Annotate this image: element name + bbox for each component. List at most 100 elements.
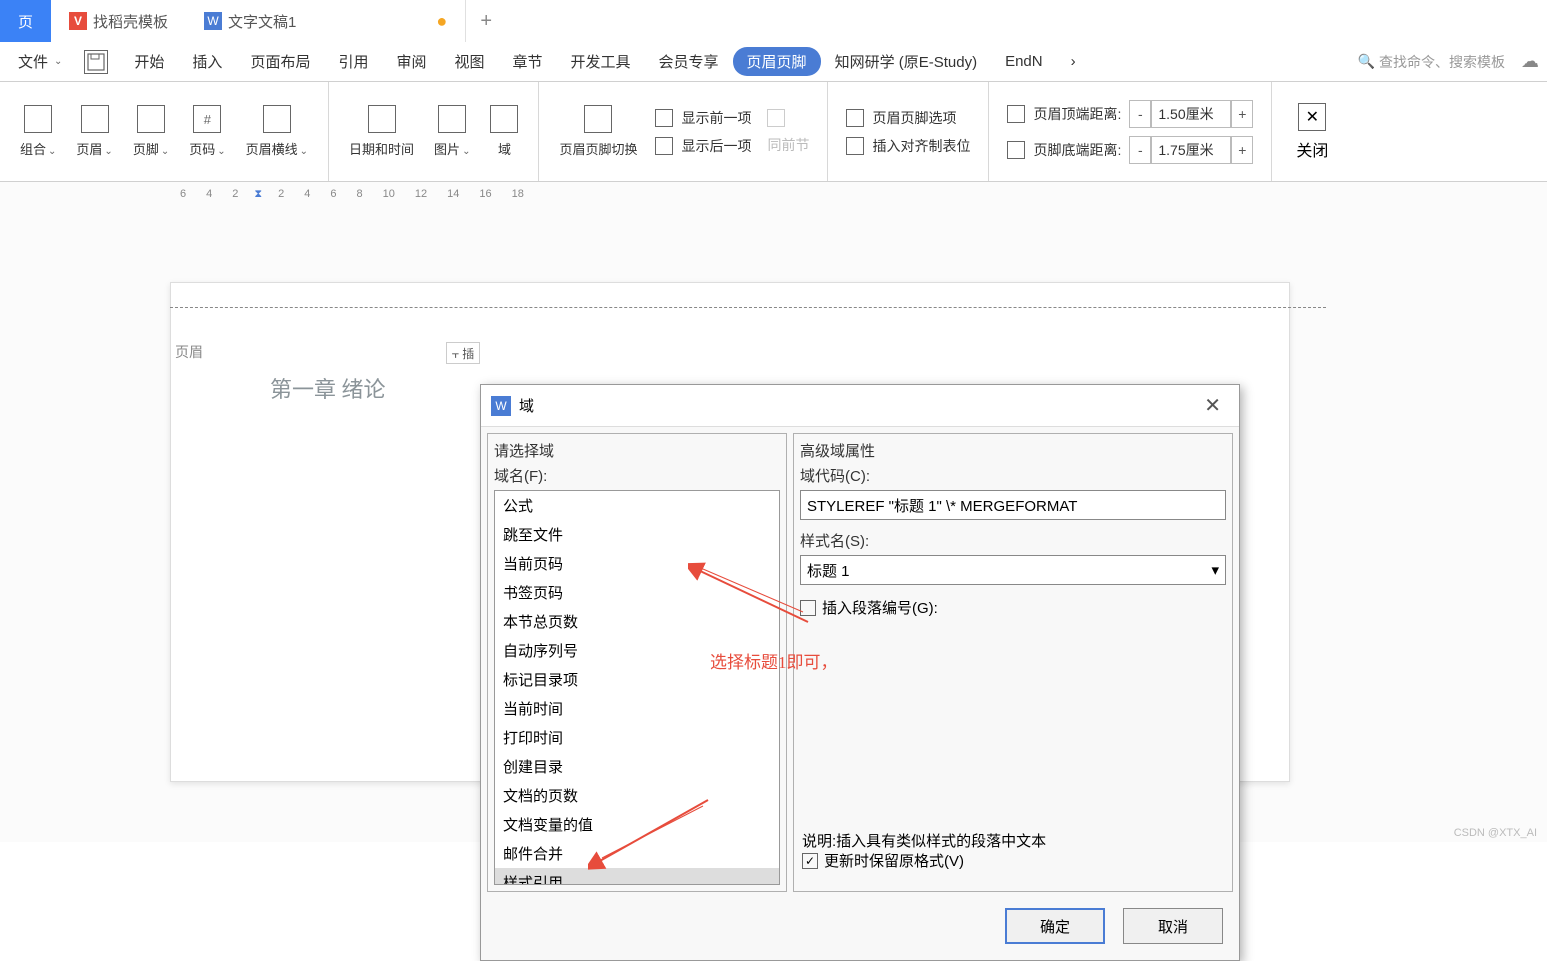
footer-bottom-icon [1007,141,1025,159]
ribbon-picture[interactable]: 图片⌄ [424,105,480,158]
menu-view[interactable]: 视图 [440,51,498,72]
ribbon-pagenum[interactable]: # 页码⌄ [179,105,235,158]
menu-cnki[interactable]: 知网研学 (原E-Study) [821,51,992,72]
field-item-print-time[interactable]: 打印时间 [495,723,779,752]
save-icon[interactable] [84,50,108,74]
tab-document[interactable]: W 文字文稿1 ● [186,0,466,42]
footer-bottom-value[interactable]: 1.75厘米 [1151,136,1231,164]
header-top-plus[interactable]: + [1231,100,1253,128]
field-item-pagenum[interactable]: 当前页码 [495,549,779,578]
document-tabs: 页 V 找稻壳模板 W 文字文稿1 ● + [0,0,1547,42]
field-item-mailmerge[interactable]: 邮件合并 [495,839,779,868]
field-code-input[interactable] [800,490,1226,520]
field-item-section-pages[interactable]: 本节总页数 [495,607,779,636]
menu-devtools[interactable]: 开发工具 [557,51,645,72]
picture-icon [438,105,466,133]
ribbon-insert-align-label: 插入对齐制表位 [872,136,970,156]
field-icon [490,105,518,133]
style-select-value: 标题 1 [807,560,850,581]
ruler-tick: 18 [512,188,524,200]
field-item-create-toc[interactable]: 创建目录 [495,752,779,781]
menu-chapter[interactable]: 章节 [499,51,557,72]
field-item-current-time[interactable]: 当前时间 [495,694,779,723]
dialog-close-icon[interactable]: ✕ [1196,393,1229,418]
menu-start[interactable]: 开始 [120,51,178,72]
update-preserve-row[interactable]: ✓ 更新时保留原格式(V) [802,850,964,871]
field-item-styleref[interactable]: 样式引用 [495,868,779,885]
ribbon-datetime[interactable]: 日期和时间 [339,105,424,158]
field-item-formula[interactable]: 公式 [495,491,779,520]
insert-para-num-row[interactable]: 插入段落编号(G): [800,597,1226,618]
close-icon: ✕ [1298,103,1326,131]
cloud-icon[interactable]: ☁ [1521,51,1539,72]
ribbon-show-prev[interactable]: 显示前一项 [655,106,751,130]
ribbon-field[interactable]: 域 [480,105,528,158]
ribbon-same-section-label: 同前节 [767,135,809,155]
footer-bottom-label: 页脚底端距离: [1033,140,1121,160]
ribbon-headerline[interactable]: 页眉横线⌄ [236,105,318,158]
ruler-tick: 10 [383,188,395,200]
ribbon-same-section [767,107,809,129]
insert-para-num-label: 插入段落编号(G): [822,597,938,618]
update-preserve-checkbox[interactable]: ✓ [802,853,818,869]
tab-document-label: 文字文稿1 [228,11,296,32]
ribbon-picture-label: 图片 [434,142,460,157]
tab-docer[interactable]: V 找稻壳模板 [51,0,186,42]
datetime-icon [368,105,396,133]
ribbon-header[interactable]: 页眉⌄ [66,105,122,158]
footer-bottom-minus[interactable]: - [1129,136,1151,164]
field-name-label: 域名(F): [494,465,780,486]
menu-endnote[interactable]: EndN [991,53,1057,70]
field-item-goto[interactable]: 跳至文件 [495,520,779,549]
dialog-right-panel: 高级域属性 域代码(C): 样式名(S): 标题 1 ▾ 插入段落编号(G): … [793,433,1233,892]
insert-field-inline-btn[interactable]: ⫟ 插 [446,342,480,364]
select-field-label: 请选择域 [494,440,780,461]
dialog-titlebar[interactable]: W 域 ✕ [481,385,1239,427]
field-list[interactable]: 公式 跳至文件 当前页码 书签页码 本节总页数 自动序列号 标记目录项 当前时间… [494,490,780,885]
field-item-doc-var[interactable]: 文档变量的值 [495,810,779,839]
field-item-doc-pages[interactable]: 文档的页数 [495,781,779,810]
ribbon-show-next-label: 显示后一项 [681,136,751,156]
menu-layout[interactable]: 页面布局 [236,51,324,72]
ribbon-show-prev-label: 显示前一项 [681,108,751,128]
ribbon-switch-label: 页眉页脚切换 [559,139,637,158]
menu-file[interactable]: 文件 ⌄ [8,51,72,72]
switch-icon [584,105,612,133]
ribbon-footer[interactable]: 页脚⌄ [123,105,179,158]
ruler-tick: 8 [356,188,362,200]
header-top-minus[interactable]: - [1129,100,1151,128]
ribbon-combo[interactable]: 组合⌄ [10,105,66,158]
tab-home[interactable]: 页 [0,0,51,42]
ribbon-field-label: 域 [498,139,511,158]
ruler-tick: 6 [330,188,336,200]
menu-header-footer[interactable]: 页眉页脚 [733,47,821,76]
menu-insert[interactable]: 插入 [178,51,236,72]
field-dialog: W 域 ✕ 请选择域 域名(F): 公式 跳至文件 当前页码 书签页码 本节总页… [480,384,1240,961]
style-select[interactable]: 标题 1 ▾ [800,555,1226,585]
search-box[interactable]: 🔍 查找命令、搜索模板 [1350,52,1513,72]
ribbon-close[interactable]: ✕ 关闭 [1282,103,1342,161]
ribbon-show-next[interactable]: 显示后一项 [655,134,751,158]
ruler-indent-icon[interactable]: ⧗ [254,188,262,201]
cancel-button[interactable]: 取消 [1123,908,1223,944]
header-top-label: 页眉顶端距离: [1033,104,1121,124]
ok-button[interactable]: 确定 [1005,908,1105,944]
field-item-bookmark[interactable]: 书签页码 [495,578,779,607]
menu-review[interactable]: 审阅 [382,51,440,72]
insert-para-num-checkbox[interactable] [800,600,816,616]
tab-add[interactable]: + [466,0,506,42]
page-header-separator [170,307,1326,308]
header-text[interactable]: 第一章 绪论 [270,372,386,404]
header-top-value[interactable]: 1.50厘米 [1151,100,1231,128]
next-icon [655,137,673,155]
ruler[interactable]: 6 4 2 ⧗ 2 4 6 8 10 12 14 16 18 [170,182,1547,206]
header-top-row: 页眉顶端距离: - 1.50厘米 + [1007,98,1253,130]
ribbon-switch[interactable]: 页眉页脚切换 [549,105,647,158]
menu-references[interactable]: 引用 [324,51,382,72]
ribbon-pagenum-label: 页码 [189,142,215,157]
menu-vip[interactable]: 会员专享 [645,51,733,72]
footer-bottom-plus[interactable]: + [1231,136,1253,164]
ribbon-hf-options[interactable]: 页眉页脚选项 [846,106,970,130]
ribbon-insert-align[interactable]: 插入对齐制表位 [846,134,970,158]
menu-more[interactable]: › [1057,53,1090,70]
